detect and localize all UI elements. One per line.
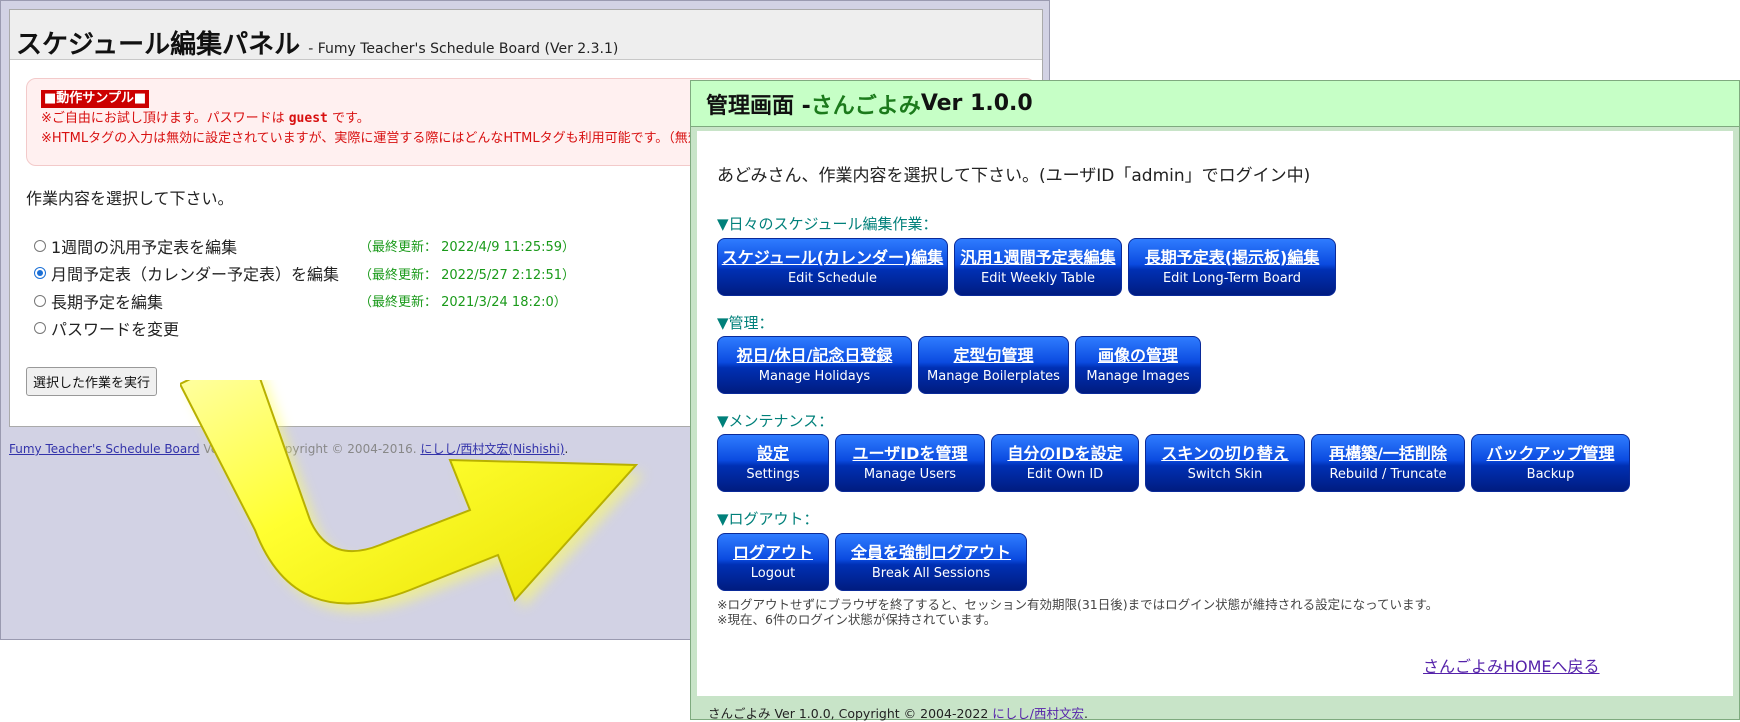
board-link[interactable]: Fumy Teacher's Schedule Board	[9, 442, 200, 456]
edit-long-term-board-button[interactable]: 長期予定表(掲示板)編集 Edit Long-Term Board	[1128, 238, 1336, 296]
button-label[interactable]: 汎用1週間予定表編集	[960, 247, 1115, 269]
section-heading-maintenance: ▼メンテナンス：	[717, 412, 834, 430]
button-label[interactable]: 長期予定表(掲示板)編集	[1145, 247, 1320, 269]
button-label[interactable]: 再構築/一括削除	[1329, 443, 1447, 465]
session-note-line1: ※ログアウトせずにブラウザを終了すると、セッション有効期限(31日後)まではログ…	[717, 597, 1439, 612]
app-version: Ver 1.0.0	[920, 91, 1033, 116]
last-updated: （最終更新： 2021/3/24 18:2:0）	[359, 295, 567, 311]
notice-line2: ※HTMLタグの入力は無効に設定されていますが、実際に運営する際にはどんなHTM…	[41, 131, 701, 146]
edit-schedule-button[interactable]: スケジュール(カレンダー)編集 Edit Schedule	[717, 238, 948, 296]
option-label[interactable]: 月間予定表（カレンダー予定表）を編集	[51, 261, 339, 285]
manage-boilerplates-button[interactable]: 定型句管理 Manage Boilerplates	[918, 336, 1069, 394]
panel-title: スケジュール編集パネル	[16, 30, 301, 60]
guest-password: guest	[288, 111, 328, 126]
edit-own-id-button[interactable]: 自分のIDを設定 Edit Own ID	[991, 434, 1139, 492]
admin-body: あどみさん、作業内容を選択して下さい。(ユーザID「admin」でログイン中) …	[697, 131, 1733, 696]
button-label[interactable]: ユーザIDを管理	[853, 443, 968, 465]
admin-title-prefix: 管理画面 -	[706, 93, 811, 119]
radio-weekly[interactable]	[34, 239, 46, 252]
button-sublabel[interactable]: Backup	[1527, 465, 1575, 484]
logout-button[interactable]: ログアウト Logout	[717, 533, 829, 591]
footer-text: さんごよみ Ver 1.0.0, Copyright © 2004-2022	[708, 706, 993, 721]
session-note-line2: ※現在、6件のログイン状態が保持されています。	[717, 612, 997, 627]
panel-titlebar: スケジュール編集パネル - Fumy Teacher's Schedule Bo…	[10, 10, 1042, 60]
button-label[interactable]: 画像の管理	[1098, 345, 1178, 367]
radio-monthly[interactable]	[34, 267, 46, 280]
option-label[interactable]: パスワードを変更	[51, 316, 179, 340]
button-label[interactable]: バックアップ管理	[1487, 443, 1615, 465]
management-button-row: 祝日/休日/記念日登録 Manage Holidays 定型句管理 Manage…	[717, 336, 1201, 394]
switch-skin-button[interactable]: スキンの切り替え Switch Skin	[1145, 434, 1305, 492]
section-heading-logout: ▼ログアウト：	[717, 510, 819, 528]
button-label[interactable]: ログアウト	[733, 542, 813, 564]
admin-header: 管理画面 - さんごよみ Ver 1.0.0	[691, 81, 1739, 127]
welcome-text: あどみさん、作業内容を選択して下さい。(ユーザID「admin」でログイン中)	[717, 166, 1311, 186]
button-label[interactable]: 定型句管理	[953, 345, 1033, 367]
button-sublabel[interactable]: Edit Own ID	[1027, 465, 1103, 484]
manage-users-button[interactable]: ユーザIDを管理 Manage Users	[835, 434, 985, 492]
section-heading-management: ▼管理：	[717, 314, 774, 332]
button-sublabel[interactable]: Manage Boilerplates	[927, 367, 1060, 386]
last-updated: （最終更新： 2022/4/9 11:25:59）	[359, 240, 576, 256]
section-heading-daily: ▼日々のスケジュール編集作業：	[717, 215, 938, 233]
button-label[interactable]: スキンの切り替え	[1161, 443, 1289, 465]
footer-author-link[interactable]: にしし/西村文宏	[992, 706, 1084, 721]
button-label[interactable]: 自分のIDを設定	[1007, 443, 1122, 465]
admin-footer: さんごよみ Ver 1.0.0, Copyright © 2004-2022 に…	[708, 703, 1088, 722]
button-sublabel[interactable]: Edit Schedule	[788, 269, 877, 288]
button-label[interactable]: スケジュール(カレンダー)編集	[722, 247, 944, 269]
button-label[interactable]: 全員を強制ログアウト	[851, 542, 1011, 564]
footer-end: .	[1083, 706, 1088, 721]
notice-line1-b: です。	[332, 111, 370, 126]
button-sublabel[interactable]: Manage Images	[1086, 367, 1189, 386]
button-sublabel[interactable]: Switch Skin	[1188, 465, 1263, 484]
rebuild-truncate-button[interactable]: 再構築/一括削除 Rebuild / Truncate	[1311, 434, 1465, 492]
manage-images-button[interactable]: 画像の管理 Manage Images	[1075, 336, 1201, 394]
button-sublabel[interactable]: Logout	[751, 564, 796, 583]
backup-button[interactable]: バックアップ管理 Backup	[1471, 434, 1630, 492]
settings-button[interactable]: 設定 Settings	[717, 434, 829, 492]
edit-weekly-table-button[interactable]: 汎用1週間予定表編集 Edit Weekly Table	[954, 238, 1122, 296]
logout-button-row: ログアウト Logout 全員を強制ログアウト Break All Sessio…	[717, 533, 1027, 591]
break-all-sessions-button[interactable]: 全員を強制ログアウト Break All Sessions	[835, 533, 1027, 591]
radio-password[interactable]	[34, 322, 46, 335]
execute-button[interactable]: 選択した作業を実行	[26, 367, 158, 396]
transition-arrow-icon	[180, 380, 644, 612]
daily-button-row: スケジュール(カレンダー)編集 Edit Schedule 汎用1週間予定表編集…	[717, 238, 1336, 296]
button-sublabel[interactable]: Break All Sessions	[872, 564, 990, 583]
manage-holidays-button[interactable]: 祝日/休日/記念日登録 Manage Holidays	[717, 336, 912, 394]
radio-long-term[interactable]	[34, 294, 46, 307]
task-prompt: 作業内容を選択して下さい。	[26, 189, 234, 208]
notice-line1-a: ※ご自由にお試し頂けます。パスワードは	[41, 111, 285, 126]
button-label[interactable]: 祝日/休日/記念日登録	[737, 345, 893, 367]
panel-subtitle: - Fumy Teacher's Schedule Board (Ver 2.3…	[308, 41, 619, 57]
button-sublabel[interactable]: Settings	[746, 465, 799, 484]
button-sublabel[interactable]: Rebuild / Truncate	[1329, 465, 1446, 484]
last-updated: （最終更新： 2022/5/27 2:12:51）	[359, 267, 576, 283]
option-label[interactable]: 長期予定を編集	[51, 289, 163, 313]
button-sublabel[interactable]: Edit Weekly Table	[981, 269, 1095, 288]
sample-tag: ■動作サンプル■	[41, 90, 150, 108]
button-sublabel[interactable]: Manage Users	[864, 465, 956, 484]
button-sublabel[interactable]: Manage Holidays	[759, 367, 870, 386]
session-note: ※ログアウトせずにブラウザを終了すると、セッション有効期限(31日後)まではログ…	[717, 597, 1438, 627]
app-name: さんごよみ	[810, 93, 921, 119]
home-link[interactable]: さんごよみHOMEへ戻る	[1423, 653, 1600, 677]
option-label[interactable]: 1週間の汎用予定表を編集	[51, 234, 237, 258]
button-sublabel[interactable]: Edit Long-Term Board	[1163, 269, 1301, 288]
maintenance-button-row: 設定 Settings ユーザIDを管理 Manage Users 自分のIDを…	[717, 434, 1630, 492]
button-label[interactable]: 設定	[757, 443, 789, 465]
admin-panel-window: 管理画面 - さんごよみ Ver 1.0.0 あどみさん、作業内容を選択して下さ…	[690, 80, 1740, 722]
